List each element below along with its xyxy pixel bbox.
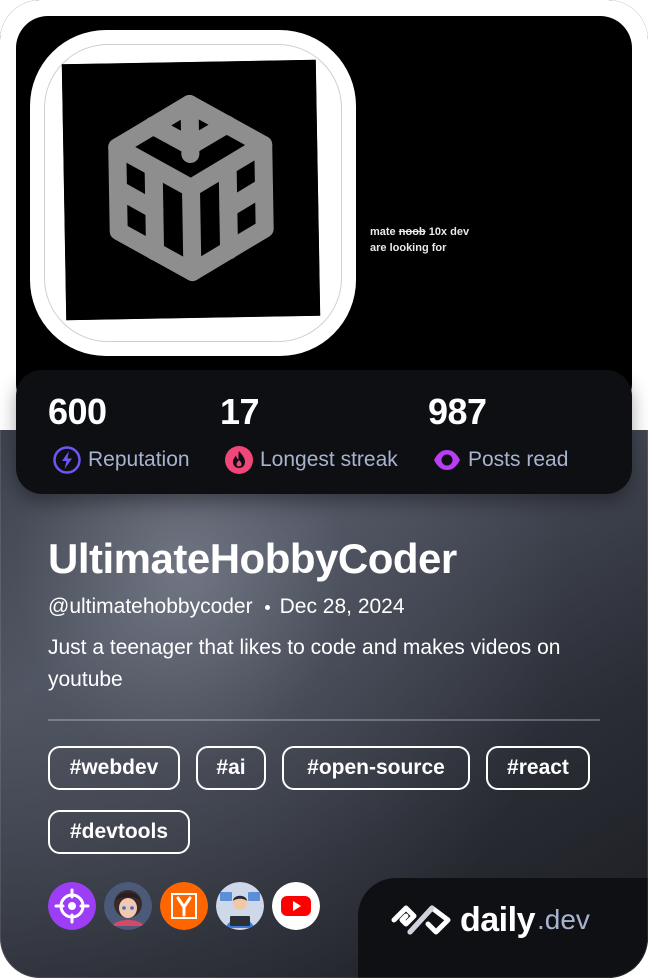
tag-react[interactable]: #react [486, 746, 590, 790]
posts-read-value: 987 [428, 391, 487, 432]
cover-caption: mate noob 10x dev are looking for [370, 224, 469, 256]
separator-dot [264, 604, 270, 610]
reputation-label: Reputation [88, 448, 190, 471]
tag-ai[interactable]: #ai [196, 746, 266, 790]
devcard: mate noob 10x dev are looking for 600 Re… [0, 0, 648, 978]
profile-handle[interactable]: @ultimatehobbycoder [48, 592, 253, 622]
profile-name: UltimateHobbyCoder [48, 535, 457, 582]
cover-caption-strike: noob [398, 226, 426, 238]
stats-panel: 600 Reputation 17 Longest streak 987 Pos… [16, 370, 632, 494]
tag-webdev[interactable]: #webdev [48, 746, 180, 790]
cover-image: mate noob 10x dev are looking for [0, 0, 648, 430]
flame-icon [224, 445, 254, 475]
avatar[interactable] [30, 30, 356, 356]
tag-open-source[interactable]: #open-source [282, 746, 470, 790]
lightning-icon [52, 445, 82, 475]
eye-ring-icon [432, 445, 462, 475]
hacker-news-source-icon[interactable] [160, 882, 208, 930]
stat-posts-read: 987 Posts read [428, 390, 568, 476]
brand-name: daily [460, 900, 535, 939]
developer-avatar-source-icon[interactable] [216, 882, 264, 930]
cover-caption-line2: are looking for [370, 242, 447, 254]
divider [48, 719, 600, 721]
tag-devtools[interactable]: #devtools [48, 810, 190, 854]
brand-suffix: .dev [536, 904, 590, 935]
codepen-cube-icon [61, 59, 321, 321]
posts-read-label: Posts read [468, 448, 569, 471]
daily-dev-mark-icon [390, 900, 452, 940]
longest-streak-value: 17 [220, 391, 260, 432]
crosshair-source-icon[interactable] [48, 882, 96, 930]
stat-reputation: 600 Reputation [48, 390, 190, 476]
youtube-source-icon[interactable] [272, 882, 320, 930]
profile-bio: Just a teenager that likes to code and m… [48, 636, 561, 691]
profile-meta: @ultimatehobbycoder Dec 28, 2024 [48, 592, 405, 622]
cover-caption-line1: mate noob 10x dev [370, 226, 470, 238]
daily-dev-logo[interactable]: daily .dev [390, 898, 590, 942]
longest-streak-label: Longest streak [260, 448, 398, 471]
anime-avatar-source-icon[interactable] [104, 882, 152, 930]
stat-longest-streak: 17 Longest streak [220, 390, 398, 476]
profile-joined-date: Dec 28, 2024 [279, 595, 405, 618]
reputation-value: 600 [48, 391, 107, 432]
